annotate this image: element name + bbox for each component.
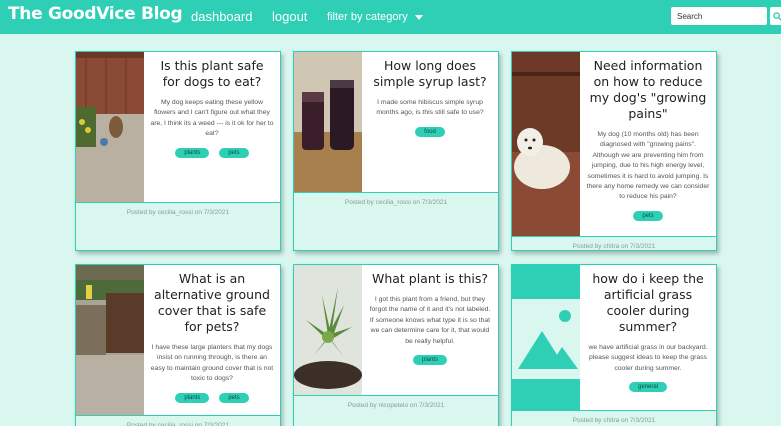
- tag-plants[interactable]: plants: [175, 147, 210, 158]
- tag-plants[interactable]: plants: [412, 355, 447, 366]
- post-card[interactable]: how do i keep the artificial grass coole…: [511, 264, 717, 426]
- post-card[interactable]: Is this plant safe for dogs to eat? My d…: [75, 51, 281, 251]
- post-image: [76, 265, 144, 415]
- post-footer: Posted by nicopeteio on 7/3/2021: [294, 395, 498, 426]
- filter-label: filter by category: [327, 11, 408, 23]
- post-title[interactable]: What plant is this?: [368, 271, 492, 287]
- post-card[interactable]: What plant is this? I got this plant fro…: [293, 264, 499, 426]
- post-body: I got this plant from a friend, but they…: [369, 296, 491, 345]
- tag-food[interactable]: food: [415, 126, 445, 137]
- search-button[interactable]: [770, 7, 781, 25]
- post-footer: Posted by chitra on 7/3/2021: [512, 236, 716, 250]
- post-body: I made some hibiscus simple syrup months…: [376, 99, 484, 117]
- tag-pets[interactable]: pets: [633, 210, 663, 221]
- post-image: [512, 265, 580, 410]
- post-body: My dog keeps eating these yellow flowers…: [150, 99, 274, 138]
- post-footer: Posted by cecilia_rossi on 7/3/2021: [294, 192, 498, 250]
- post-body: My dog (10 months old) has been diagnose…: [586, 131, 710, 201]
- tag-plants[interactable]: plants: [175, 392, 210, 403]
- brand-logo[interactable]: The GoodVice Blog: [8, 4, 183, 24]
- post-footer: Posted by cecilia_rossi on 7/3/2021: [76, 415, 280, 426]
- search-icon: [772, 11, 781, 21]
- post-image: [76, 52, 144, 202]
- tag-pets[interactable]: pets: [219, 147, 249, 158]
- filter-dropdown[interactable]: filter by category: [327, 11, 423, 23]
- logout-link[interactable]: logout: [272, 9, 307, 24]
- post-title[interactable]: Need information on how to reduce my dog…: [586, 58, 710, 122]
- post-footer: Posted by chitra on 7/3/2021: [512, 410, 716, 426]
- post-title[interactable]: How long does simple syrup last?: [368, 58, 492, 90]
- tag-pets[interactable]: pets: [219, 392, 249, 403]
- post-title[interactable]: how do i keep the artificial grass coole…: [586, 271, 710, 335]
- post-card[interactable]: Need information on how to reduce my dog…: [511, 51, 717, 251]
- dashboard-link[interactable]: dashboard: [191, 9, 252, 24]
- post-card[interactable]: How long does simple syrup last? I made …: [293, 51, 499, 251]
- post-image: [294, 265, 362, 395]
- navbar: The GoodVice Blog dashboard logout filte…: [0, 0, 781, 34]
- post-image: [512, 52, 580, 236]
- search-input[interactable]: [671, 7, 767, 25]
- post-title[interactable]: Is this plant safe for dogs to eat?: [150, 58, 274, 90]
- post-image: [294, 52, 362, 192]
- placeholder-image-icon: [512, 265, 580, 410]
- post-title[interactable]: What is an alternative ground cover that…: [150, 271, 274, 335]
- tag-general[interactable]: general: [628, 382, 667, 393]
- post-body: I have these large planters that my dogs…: [150, 344, 274, 383]
- chevron-down-icon: [414, 14, 423, 20]
- post-footer: Posted by cecilia_rossi on 7/3/2021: [76, 202, 280, 250]
- post-body: we have artificial grass in our backyard…: [588, 344, 708, 372]
- post-card[interactable]: What is an alternative ground cover that…: [75, 264, 281, 426]
